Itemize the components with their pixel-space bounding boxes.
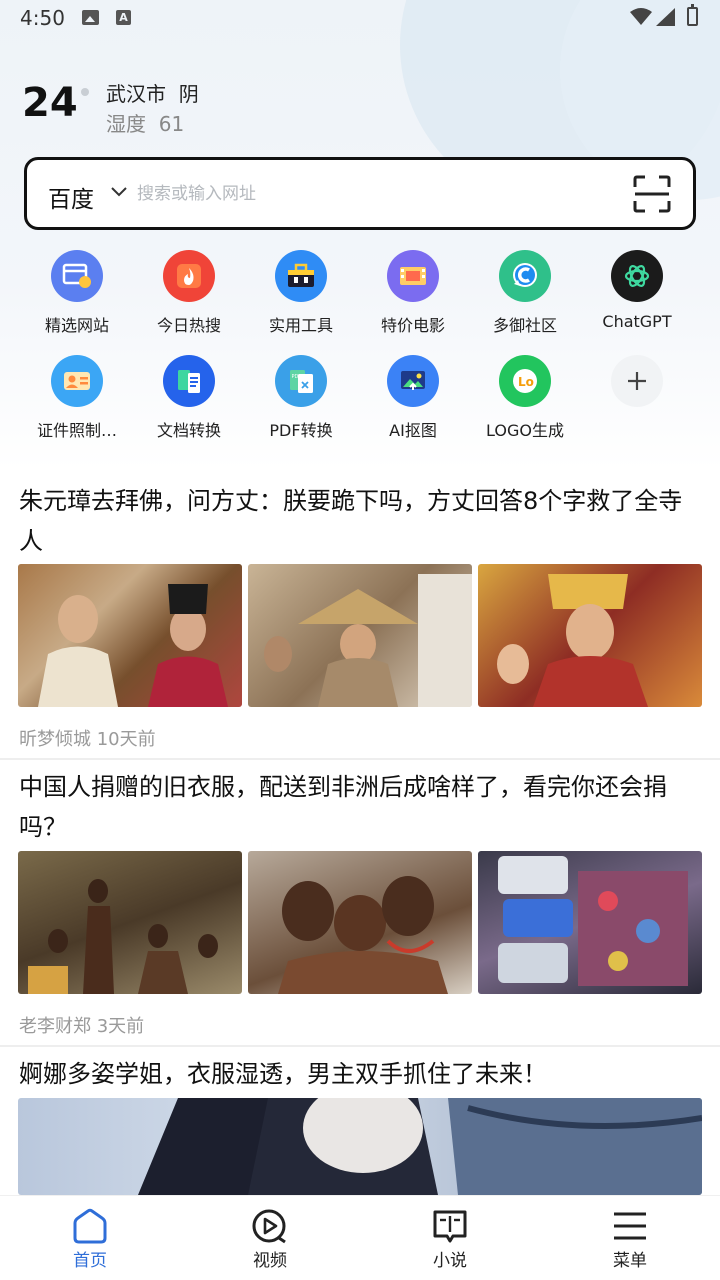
- news-meta: 老李财郑 3天前: [19, 1016, 145, 1037]
- nav-video[interactable]: 视频: [210, 1196, 330, 1280]
- chatgpt-icon: [611, 250, 663, 302]
- add-quick-link-button[interactable]: [581, 355, 693, 455]
- chevron-down-icon[interactable]: [111, 184, 127, 200]
- quick-link-label: 证件照制…: [36, 421, 117, 440]
- signal-icon: [656, 8, 675, 26]
- quick-link-label: PDF转换: [269, 421, 333, 440]
- search-bar: 百度: [24, 157, 696, 230]
- quick-link-label: 精选网站: [44, 316, 109, 335]
- weather-temperature: 24: [22, 80, 78, 126]
- weather-city: 武汉市 阴: [106, 82, 199, 106]
- quick-link-chatgpt[interactable]: ChatGPT: [581, 250, 693, 350]
- quick-link-id-photo[interactable]: 证件照制…: [21, 355, 133, 455]
- quick-link-logo-gen[interactable]: Lo LOGO生成: [469, 355, 581, 455]
- nav-label: 首页: [73, 1251, 107, 1271]
- novel-icon: [433, 1210, 467, 1243]
- scan-icon[interactable]: [633, 175, 671, 213]
- add-icon: [611, 355, 663, 407]
- quick-link-hot-search[interactable]: 今日热搜: [133, 250, 245, 350]
- news-item[interactable]: 婀娜多姿学姐，衣服湿透，男主双手抓住了未来！: [0, 1048, 720, 1195]
- quick-link-label: AI抠图: [389, 421, 437, 440]
- status-time: 4:50: [20, 6, 65, 30]
- search-input[interactable]: [137, 177, 537, 211]
- quick-link-label: 文档转换: [156, 421, 221, 440]
- quick-link-ai-cutout[interactable]: AI抠图: [357, 355, 469, 455]
- news-title[interactable]: 中国人捐赠的旧衣服，配送到非洲后成啥样了，看完你还会捐吗？: [19, 767, 704, 847]
- weather-humidity: 湿度 61: [106, 112, 185, 136]
- toolbox-icon: [275, 250, 327, 302]
- news-thumbnail[interactable]: [478, 564, 702, 707]
- nav-menu[interactable]: 菜单: [570, 1196, 690, 1280]
- news-item[interactable]: 中国人捐赠的旧衣服，配送到非洲后成啥样了，看完你还会捐吗？ 老李财郑 3天前: [0, 762, 720, 1044]
- quick-link-movies[interactable]: 特价电影: [357, 250, 469, 350]
- news-thumbnail[interactable]: [18, 564, 242, 707]
- pdf-convert-icon: PDF: [275, 355, 327, 407]
- doc-convert-icon: [163, 355, 215, 407]
- search-engine-selector[interactable]: 百度: [48, 180, 94, 214]
- id-photo-icon: [51, 355, 103, 407]
- quick-link-tools[interactable]: 实用工具: [245, 250, 357, 350]
- degree-dot: [81, 88, 89, 96]
- quick-link-label: 特价电影: [380, 316, 445, 335]
- hot-search-icon: [163, 250, 215, 302]
- news-thumbnail[interactable]: [478, 851, 702, 994]
- news-thumbnail[interactable]: [18, 851, 242, 994]
- nav-label: 视频: [253, 1251, 287, 1271]
- video-icon: [252, 1209, 286, 1244]
- home-icon: [73, 1208, 107, 1244]
- quick-link-featured-sites[interactable]: 精选网站: [21, 250, 133, 350]
- bottom-navigation: 首页 视频 小说 菜单: [0, 1195, 720, 1280]
- nav-home[interactable]: 首页: [30, 1196, 150, 1280]
- logo-gen-icon: Lo: [499, 355, 551, 407]
- quick-link-doc-convert[interactable]: 文档转换: [133, 355, 245, 455]
- quick-link-label: 实用工具: [268, 316, 333, 335]
- menu-icon: [614, 1212, 646, 1240]
- quick-link-label: 今日热搜: [156, 316, 221, 335]
- svg-text:PDF: PDF: [292, 374, 302, 380]
- svg-text:Lo: Lo: [518, 375, 534, 389]
- divider: [0, 1045, 720, 1047]
- quick-link-pdf-convert[interactable]: PDF PDF转换: [245, 355, 357, 455]
- quick-link-community[interactable]: 多御社区: [469, 250, 581, 350]
- nav-novel[interactable]: 小说: [390, 1196, 510, 1280]
- quick-link-label: 多御社区: [492, 316, 557, 335]
- movie-icon: [387, 250, 439, 302]
- a-icon: A: [116, 10, 131, 25]
- wifi-icon: [630, 8, 652, 25]
- status-bar: 4:50 A: [0, 0, 720, 36]
- news-title[interactable]: 朱元璋去拜佛，问方丈：朕要跪下吗，方丈回答8个字救了全寺人: [19, 481, 704, 561]
- news-title[interactable]: 婀娜多姿学姐，衣服湿透，男主双手抓住了未来！: [19, 1054, 704, 1094]
- news-thumbnail[interactable]: [248, 564, 472, 707]
- quick-link-label: ChatGPT: [602, 312, 672, 331]
- divider: [0, 758, 720, 760]
- news-item[interactable]: 朱元璋去拜佛，问方丈：朕要跪下吗，方丈回答8个字救了全寺人 昕梦倾城 10天前: [0, 475, 720, 755]
- news-thumbnail[interactable]: [248, 851, 472, 994]
- quick-link-label: LOGO生成: [486, 421, 564, 440]
- nav-label: 小说: [433, 1251, 467, 1271]
- news-meta: 昕梦倾城 10天前: [19, 729, 156, 750]
- battery-icon: [687, 4, 698, 26]
- featured-sites-icon: [51, 250, 103, 302]
- community-icon: [499, 250, 551, 302]
- news-thumbnail[interactable]: [18, 1098, 702, 1195]
- nav-label: 菜单: [613, 1251, 647, 1271]
- ai-cutout-icon: [387, 355, 439, 407]
- image-icon: [82, 10, 99, 25]
